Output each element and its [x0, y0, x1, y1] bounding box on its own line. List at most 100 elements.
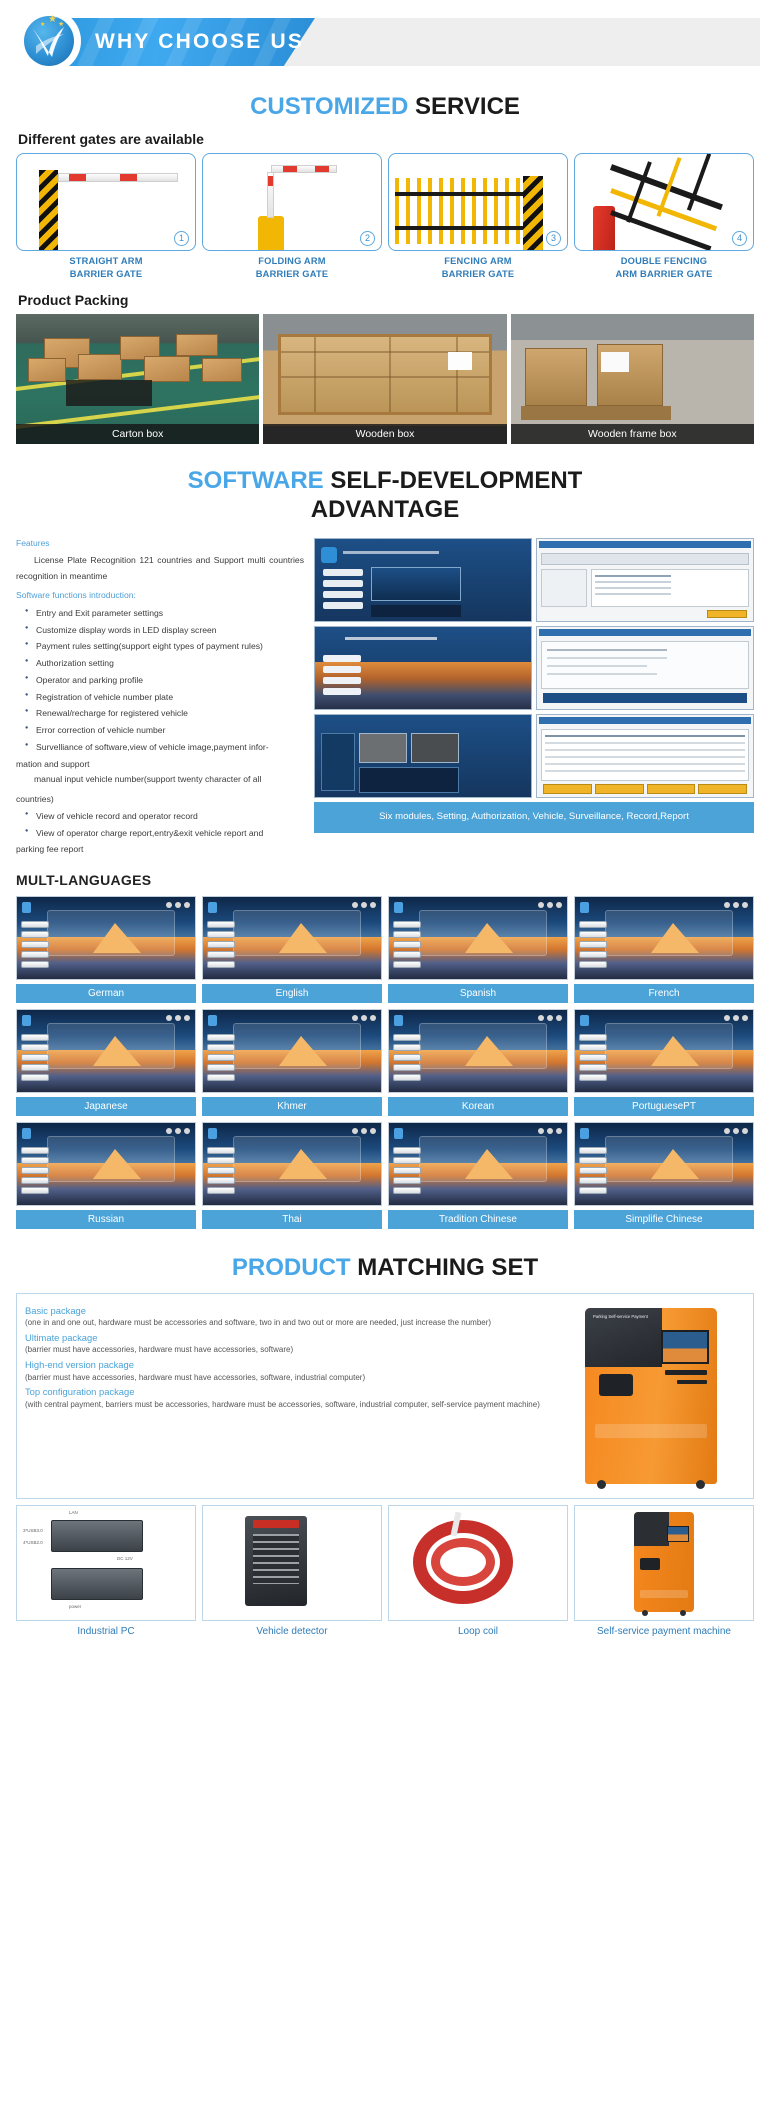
software-screenshot-settings[interactable] — [536, 626, 754, 711]
language-cell[interactable]: Russian — [16, 1122, 196, 1230]
menu-button[interactable] — [323, 602, 363, 610]
menu-button[interactable] — [21, 951, 49, 959]
menu-button[interactable] — [21, 1157, 49, 1165]
gate-card-fencing-arm[interactable]: 3 — [388, 153, 568, 252]
menu-button[interactable] — [393, 1187, 421, 1195]
menu-button[interactable] — [207, 1147, 235, 1155]
menu-button[interactable] — [393, 941, 421, 949]
accessory-loop-coil[interactable]: Loop coil — [388, 1504, 568, 1642]
menu-button[interactable] — [579, 1157, 607, 1165]
menu-button[interactable] — [21, 941, 49, 949]
menu-button[interactable] — [21, 1074, 49, 1082]
menu-button[interactable] — [207, 1064, 235, 1072]
language-cell[interactable]: Tradition Chinese — [388, 1122, 568, 1230]
menu-button[interactable] — [207, 1074, 235, 1082]
kiosk-touchscreen[interactable] — [661, 1329, 709, 1364]
window-controls[interactable] — [724, 902, 748, 909]
action-button[interactable] — [707, 610, 747, 619]
menu-button[interactable] — [21, 1187, 49, 1195]
cash-acceptor[interactable] — [640, 1557, 660, 1570]
menu-button[interactable] — [579, 1074, 607, 1082]
menu-button[interactable] — [579, 1054, 607, 1062]
card-slot[interactable] — [665, 1369, 707, 1375]
language-cell[interactable]: Simplifie Chinese — [574, 1122, 754, 1230]
window-controls[interactable] — [352, 1128, 376, 1135]
accessory-vehicle-detector[interactable]: Vehicle detector — [202, 1504, 382, 1642]
language-cell[interactable]: Thai — [202, 1122, 382, 1230]
window-controls[interactable] — [166, 1128, 190, 1135]
software-screenshot-record-table[interactable] — [536, 538, 754, 623]
window-controls[interactable] — [352, 902, 376, 909]
menu-button[interactable] — [207, 931, 235, 939]
menu-button[interactable] — [207, 1054, 235, 1062]
menu-button[interactable] — [393, 1157, 421, 1165]
gate-card-straight-arm[interactable]: 1 — [16, 153, 196, 252]
menu-button[interactable] — [207, 1187, 235, 1195]
menu-button[interactable] — [323, 580, 363, 588]
menu-button[interactable] — [323, 688, 361, 696]
menu-button[interactable] — [21, 1167, 49, 1175]
menu-button[interactable] — [21, 1177, 49, 1185]
menu-button[interactable] — [207, 951, 235, 959]
menu-button[interactable] — [393, 1177, 421, 1185]
menu-button[interactable] — [207, 1177, 235, 1185]
menu-button[interactable] — [21, 1044, 49, 1052]
menu-button[interactable] — [323, 591, 363, 599]
software-screenshot-main-menu[interactable] — [314, 538, 532, 623]
window-controls[interactable] — [352, 1015, 376, 1022]
menu-button[interactable] — [207, 1157, 235, 1165]
menu-button[interactable] — [579, 1044, 607, 1052]
menu-button[interactable] — [393, 931, 421, 939]
menu-button[interactable] — [21, 1147, 49, 1155]
menu-button[interactable] — [207, 921, 235, 929]
menu-button[interactable] — [21, 931, 49, 939]
menu-button[interactable] — [21, 1034, 49, 1042]
report-button[interactable] — [698, 784, 747, 795]
menu-button[interactable] — [323, 666, 361, 674]
menu-button[interactable] — [393, 921, 421, 929]
packing-photo-carton[interactable]: Carton box — [16, 313, 260, 444]
menu-button[interactable] — [207, 961, 235, 969]
language-cell[interactable]: English — [202, 896, 382, 1004]
menu-button[interactable] — [323, 569, 363, 577]
menu-button[interactable] — [393, 1054, 421, 1062]
menu-button[interactable] — [393, 1147, 421, 1155]
menu-button[interactable] — [393, 1064, 421, 1072]
window-controls[interactable] — [538, 902, 562, 909]
menu-button[interactable] — [207, 941, 235, 949]
menu-button[interactable] — [579, 931, 607, 939]
menu-button[interactable] — [393, 951, 421, 959]
language-cell[interactable]: German — [16, 896, 196, 1004]
packing-photo-wooden-box[interactable]: Wooden box — [263, 313, 507, 444]
menu-button[interactable] — [21, 1054, 49, 1062]
window-controls[interactable] — [724, 1128, 748, 1135]
menu-button[interactable] — [393, 1074, 421, 1082]
menu-button[interactable] — [579, 1187, 607, 1195]
menu-button[interactable] — [207, 1034, 235, 1042]
window-controls[interactable] — [538, 1015, 562, 1022]
menu-button[interactable] — [207, 1167, 235, 1175]
menu-button[interactable] — [579, 961, 607, 969]
software-screenshot-report[interactable] — [536, 714, 754, 799]
menu-button[interactable] — [579, 1034, 607, 1042]
window-controls[interactable] — [166, 1015, 190, 1022]
software-screenshot-surveillance[interactable] — [314, 714, 532, 799]
menu-button[interactable] — [21, 961, 49, 969]
report-button[interactable] — [594, 784, 644, 795]
menu-button[interactable] — [21, 1064, 49, 1072]
language-cell[interactable]: Japanese — [16, 1009, 196, 1117]
menu-button[interactable] — [323, 655, 361, 663]
gate-card-double-fencing-arm[interactable]: 4 — [574, 153, 754, 252]
window-controls[interactable] — [724, 1015, 748, 1022]
receipt-slot[interactable] — [677, 1379, 707, 1384]
language-cell[interactable]: Korean — [388, 1009, 568, 1117]
menu-button[interactable] — [393, 1044, 421, 1052]
report-button[interactable] — [543, 784, 592, 795]
accessory-industrial-pc[interactable]: 3*USB3.0 4*USB2.0 LAN DC 12V power Indus… — [16, 1504, 196, 1642]
window-controls[interactable] — [538, 1128, 562, 1135]
menu-button[interactable] — [393, 1034, 421, 1042]
language-cell[interactable]: Khmer — [202, 1009, 382, 1117]
language-cell[interactable]: French — [574, 896, 754, 1004]
menu-button[interactable] — [579, 921, 607, 929]
menu-button[interactable] — [21, 921, 49, 929]
